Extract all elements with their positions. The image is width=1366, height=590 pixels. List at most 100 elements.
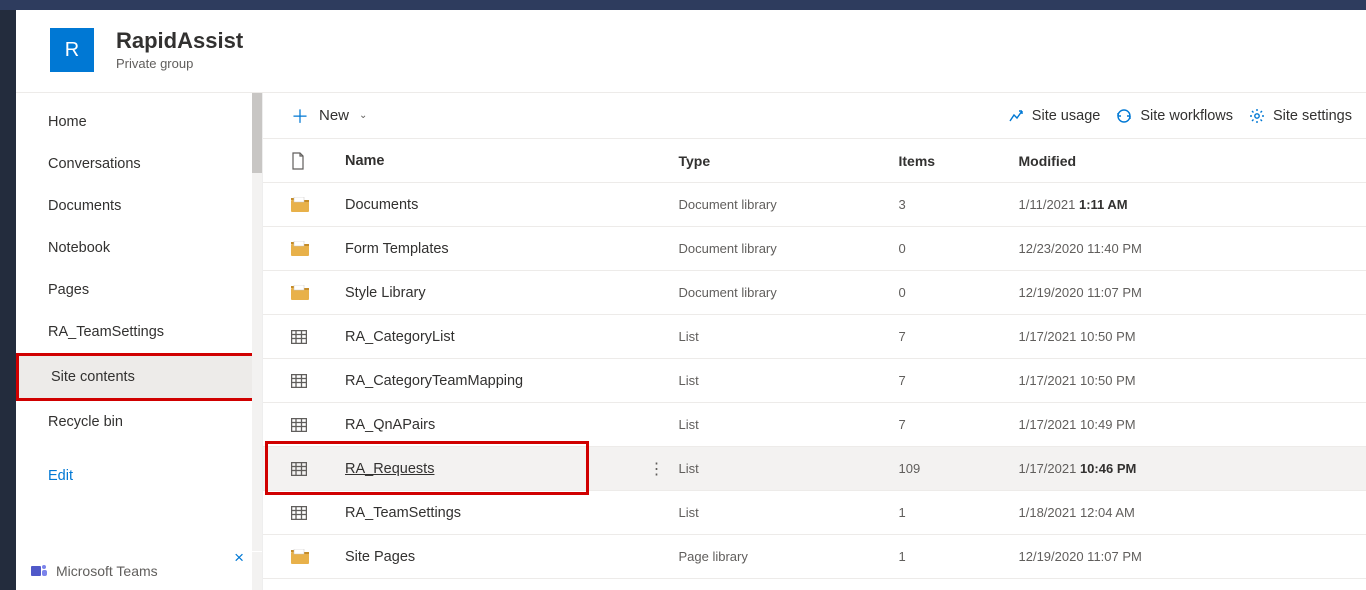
row-modified: 1/17/2021 10:50 PM — [1019, 373, 1353, 388]
close-icon[interactable]: × — [234, 548, 244, 568]
more-icon[interactable]: ⋮ — [649, 459, 665, 479]
list-icon — [291, 374, 307, 388]
row-name[interactable]: RA_Requests⋮ — [345, 461, 679, 477]
table-row[interactable]: Site Pages⋮Page library112/19/2020 11:07… — [263, 535, 1366, 579]
row-icon — [291, 418, 345, 432]
sidebar-item-recycle-bin[interactable]: Recycle bin — [16, 401, 262, 443]
table-row[interactable]: RA_Requests⋮List1091/17/2021 10:46 PM — [263, 447, 1366, 491]
table-row[interactable]: RA_TeamSettings⋮List11/18/2021 12:04 AM — [263, 491, 1366, 535]
row-type: Document library — [679, 241, 899, 256]
app-rail — [0, 10, 16, 590]
document-library-icon — [291, 241, 309, 256]
site-workflows-link[interactable]: Site workflows — [1116, 108, 1233, 124]
edit-nav-link[interactable]: Edit — [16, 455, 262, 497]
row-items: 7 — [899, 373, 1019, 388]
table-row[interactable]: Documents⋮Document library31/11/2021 1:1… — [263, 183, 1366, 227]
row-items: 1 — [899, 549, 1019, 564]
row-icon — [291, 506, 345, 520]
row-items: 0 — [899, 241, 1019, 256]
row-modified: 12/19/2020 11:07 PM — [1019, 549, 1353, 564]
sidebar-item-pages[interactable]: Pages — [16, 269, 262, 311]
row-type: List — [679, 505, 899, 520]
row-name[interactable]: RA_QnAPairs⋮ — [345, 417, 679, 433]
row-modified: 1/11/2021 1:11 AM — [1019, 197, 1353, 212]
sidebar-item-conversations[interactable]: Conversations — [16, 143, 262, 185]
sidebar-item-site-contents[interactable]: Site contents — [16, 353, 262, 401]
chevron-down-icon: ⌄ — [359, 110, 367, 121]
command-bar: ＋ New ⌄ Site usage Site workflows Site s… — [263, 93, 1366, 139]
gear-icon — [1249, 108, 1265, 124]
table-row[interactable]: Form Templates⋮Document library012/23/20… — [263, 227, 1366, 271]
sidebar-item-ra-teamsettings[interactable]: RA_TeamSettings — [16, 311, 262, 353]
teams-promo[interactable]: × Microsoft Teams — [16, 551, 262, 590]
row-modified: 1/17/2021 10:49 PM — [1019, 417, 1353, 432]
header-items[interactable]: Items — [899, 153, 1019, 169]
document-library-icon — [291, 197, 309, 212]
row-name[interactable]: RA_CategoryList⋮ — [345, 329, 679, 345]
table-header-row: Name Type Items Modified — [263, 139, 1366, 183]
plus-icon: ＋ — [291, 103, 309, 129]
header-type[interactable]: Type — [679, 153, 899, 169]
site-contents-table: Name Type Items Modified Documents⋮Docum… — [263, 139, 1366, 579]
row-items: 109 — [899, 461, 1019, 476]
table-row[interactable]: RA_QnAPairs⋮List71/17/2021 10:49 PM — [263, 403, 1366, 447]
site-title[interactable]: RapidAssist — [116, 29, 243, 53]
sidebar-item-notebook[interactable]: Notebook — [16, 227, 262, 269]
row-name[interactable]: RA_CategoryTeamMapping⋮ — [345, 373, 679, 389]
row-icon — [291, 197, 345, 212]
row-icon — [291, 549, 345, 564]
list-icon — [291, 330, 307, 344]
scrollbar[interactable] — [252, 93, 262, 590]
table-row[interactable]: RA_CategoryTeamMapping⋮List71/17/2021 10… — [263, 359, 1366, 403]
row-items: 7 — [899, 417, 1019, 432]
row-items: 7 — [899, 329, 1019, 344]
row-type: List — [679, 329, 899, 344]
site-subtitle: Private group — [116, 56, 243, 71]
row-type: Document library — [679, 285, 899, 300]
row-items: 0 — [899, 285, 1019, 300]
app-titlebar — [0, 0, 1366, 10]
site-usage-link[interactable]: Site usage — [1008, 108, 1101, 124]
list-icon — [291, 506, 307, 520]
row-modified: 1/17/2021 10:50 PM — [1019, 329, 1353, 344]
row-icon — [291, 285, 345, 300]
row-icon — [291, 330, 345, 344]
header-name[interactable]: Name — [345, 153, 679, 169]
row-modified: 1/17/2021 10:46 PM — [1019, 461, 1353, 476]
sidebar-item-home[interactable]: Home — [16, 101, 262, 143]
list-icon — [291, 462, 307, 476]
row-type: List — [679, 373, 899, 388]
document-library-icon — [291, 285, 309, 300]
site-header: R RapidAssist Private group — [16, 10, 1366, 93]
row-type: List — [679, 417, 899, 432]
row-icon — [291, 241, 345, 256]
site-logo[interactable]: R — [50, 28, 94, 72]
sidebar-item-documents[interactable]: Documents — [16, 185, 262, 227]
row-name[interactable]: Documents⋮ — [345, 197, 679, 213]
site-settings-link[interactable]: Site settings — [1249, 108, 1352, 124]
row-name[interactable]: Form Templates⋮ — [345, 241, 679, 257]
row-icon — [291, 374, 345, 388]
header-modified[interactable]: Modified — [1019, 153, 1353, 169]
list-icon — [291, 418, 307, 432]
row-modified: 12/19/2020 11:07 PM — [1019, 285, 1353, 300]
row-modified: 1/18/2021 12:04 AM — [1019, 505, 1353, 520]
teams-icon — [30, 562, 48, 580]
row-type: Document library — [679, 197, 899, 212]
new-button[interactable]: ＋ New ⌄ — [291, 103, 367, 129]
row-items: 3 — [899, 197, 1019, 212]
row-name[interactable]: Site Pages⋮ — [345, 549, 679, 565]
row-name[interactable]: RA_TeamSettings⋮ — [345, 505, 679, 521]
document-library-icon — [291, 549, 309, 564]
row-items: 1 — [899, 505, 1019, 520]
table-row[interactable]: RA_CategoryList⋮List71/17/2021 10:50 PM — [263, 315, 1366, 359]
workflow-icon — [1116, 108, 1132, 124]
row-type: Page library — [679, 549, 899, 564]
row-type: List — [679, 461, 899, 476]
new-label: New — [319, 107, 349, 124]
row-modified: 12/23/2020 11:40 PM — [1019, 241, 1353, 256]
usage-icon — [1008, 108, 1024, 124]
table-row[interactable]: Style Library⋮Document library012/19/202… — [263, 271, 1366, 315]
row-icon — [291, 462, 345, 476]
row-name[interactable]: Style Library⋮ — [345, 285, 679, 301]
